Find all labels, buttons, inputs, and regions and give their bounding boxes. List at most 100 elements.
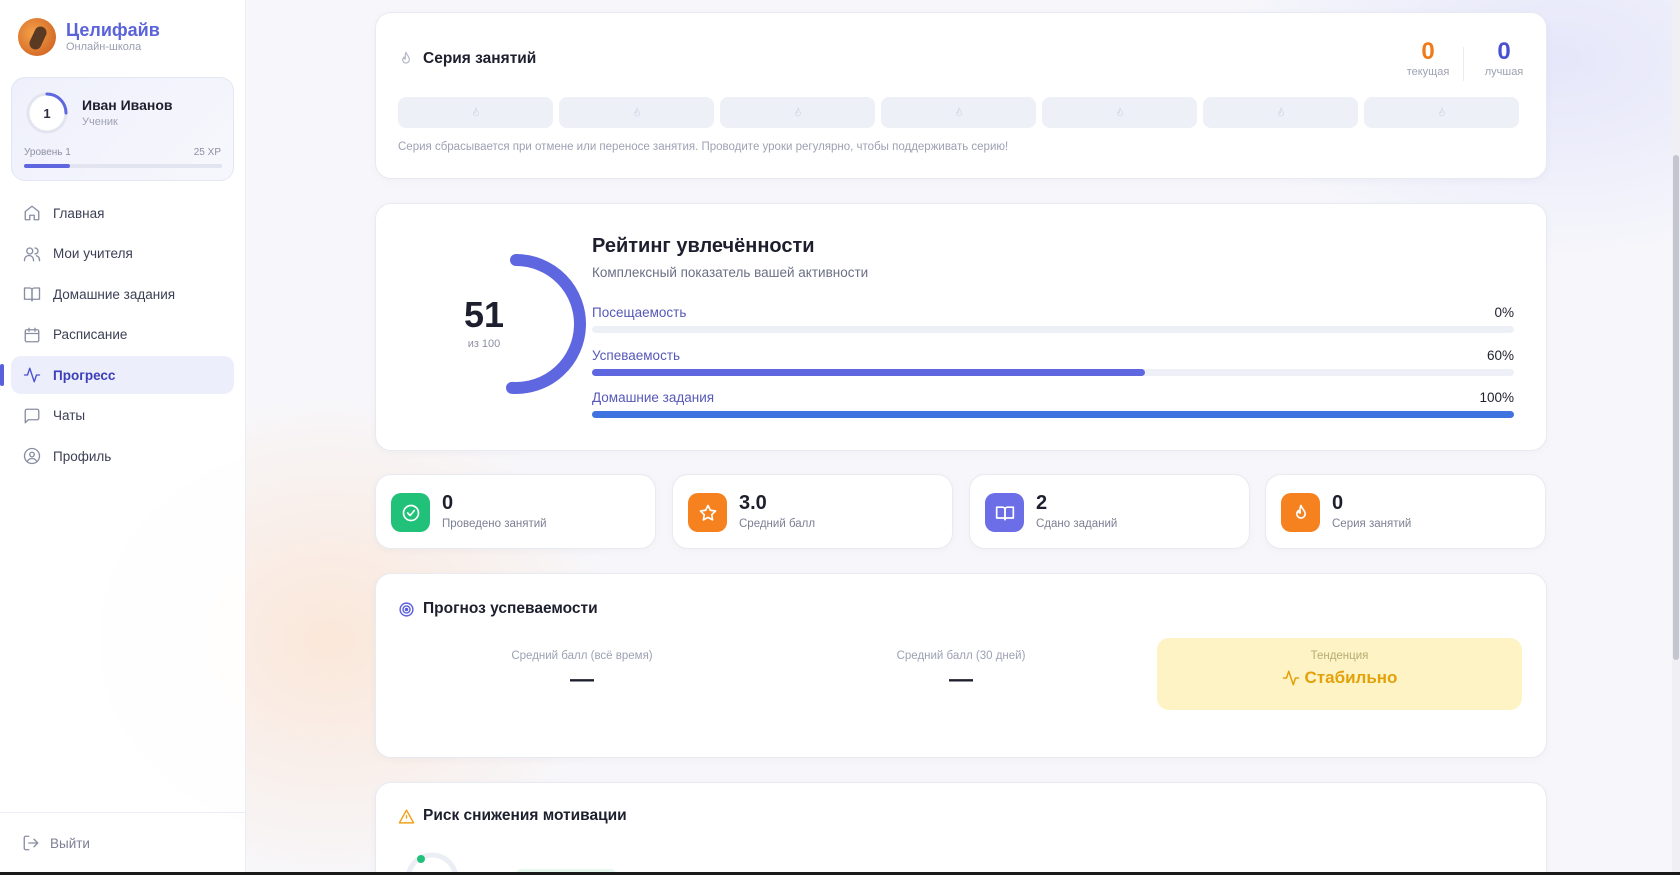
stat-label: Сдано заданий	[1036, 518, 1118, 530]
metric-attendance: Посещаемость 0%	[592, 305, 1514, 333]
brand-subtitle: Онлайн-школа	[66, 41, 142, 53]
sidebar-item-home[interactable]: Главная	[11, 194, 234, 232]
stat-card-streak: 0 Серия занятий	[1265, 474, 1546, 549]
user-role: Ученик	[82, 116, 118, 128]
streak-best-value: 0	[1497, 38, 1511, 65]
flame-icon	[1438, 106, 1445, 116]
sidebar-item-profile[interactable]: Профиль	[11, 437, 234, 475]
level-label: Уровень 1	[24, 147, 71, 158]
metric-performance: Успеваемость 60%	[592, 348, 1514, 376]
sidebar-item-teachers[interactable]: Мои учителя	[11, 235, 234, 273]
sidebar-nav: Главная Мои учителя Домашние задания Рас…	[0, 194, 234, 478]
xp-progress-fill	[24, 164, 70, 168]
streak-day	[1203, 97, 1358, 128]
stat-card-avg-grade: 3.0 Средний балл	[672, 474, 953, 549]
stat-value: 3.0	[739, 492, 767, 514]
stat-card-homework: 2 Сдано заданий	[969, 474, 1250, 549]
sidebar-item-homework[interactable]: Домашние задания	[11, 275, 234, 313]
sidebar-divider	[0, 812, 246, 813]
star-icon	[699, 504, 716, 521]
streak-separator	[1463, 47, 1464, 81]
streak-best: 0 лучшая	[1476, 38, 1532, 78]
user-card[interactable]: 1 Иван Иванов Ученик Уровень 1 25 XP	[11, 77, 234, 181]
chat-icon	[24, 408, 40, 423]
sidebar-item-label: Расписание	[53, 327, 128, 342]
streak-current-value: 0	[1421, 38, 1435, 65]
metric-bar	[592, 369, 1514, 376]
streak-day	[881, 97, 1036, 128]
metric-percent: 60%	[1486, 348, 1514, 363]
flame-icon	[1295, 504, 1306, 519]
forecast-avg-30-value: —	[949, 666, 973, 693]
streak-current-label: текущая	[1406, 66, 1450, 78]
sidebar-item-label: Мои учителя	[53, 246, 133, 261]
flame-icon	[1277, 106, 1284, 116]
engagement-title: Рейтинг увлечённости	[592, 235, 815, 257]
warning-icon	[398, 808, 415, 824]
stat-icon-box	[985, 493, 1024, 532]
risk-title: Риск снижения мотивации	[423, 807, 627, 824]
sidebar: Целифайв Онлайн-школа 1 Иван Иванов Учен…	[0, 0, 246, 872]
forecast-avg-30-label: Средний балл (30 дней)	[896, 650, 1026, 662]
stat-card-lessons: 0 Проведено занятий	[375, 474, 656, 549]
logout-button[interactable]: Выйти	[22, 834, 90, 852]
sidebar-item-schedule[interactable]: Расписание	[11, 316, 234, 354]
forecast-avg-all: Средний балл (всё время) —	[432, 650, 732, 694]
sidebar-item-label: Чаты	[53, 408, 86, 423]
flame-icon	[402, 51, 410, 64]
book-open-icon	[995, 505, 1014, 520]
stat-value: 0	[1332, 492, 1344, 514]
sidebar-item-label: Домашние задания	[53, 286, 176, 302]
users-icon	[23, 246, 41, 261]
metric-homework: Домашние задания 100%	[592, 390, 1514, 418]
user-circle-icon	[23, 447, 41, 465]
forecast-avg-all-label: Средний балл (всё время)	[511, 650, 653, 662]
flame-icon	[472, 106, 479, 116]
logout-label: Выйти	[50, 835, 90, 851]
engagement-subtitle: Комплексный показатель вашей активности	[592, 265, 869, 280]
level-number: 1	[43, 105, 51, 121]
trend-value: Стабильно	[1304, 668, 1398, 687]
check-circle-icon	[402, 504, 419, 521]
brand-name: Целифайв	[66, 20, 160, 40]
forecast-title: Прогноз успеваемости	[423, 600, 598, 617]
metric-bar	[592, 411, 1514, 418]
stat-label: Средний балл	[739, 518, 816, 530]
streak-day	[559, 97, 714, 128]
scrollbar-thumb[interactable]	[1673, 155, 1679, 660]
sidebar-item-label: Главная	[53, 205, 105, 221]
metric-label: Успеваемость	[592, 348, 681, 363]
risk-card: Риск снижения мотивации	[375, 782, 1547, 875]
metric-percent: 100%	[1479, 390, 1514, 405]
forecast-avg-30: Средний балл (30 дней) —	[811, 650, 1111, 694]
flame-icon	[955, 106, 962, 116]
trend-box: Тенденция Стабильно	[1157, 638, 1522, 710]
streak-day	[398, 97, 553, 128]
metric-label: Домашние задания	[592, 390, 715, 405]
stat-icon-box	[391, 493, 430, 532]
activity-icon	[1282, 670, 1299, 686]
sidebar-item-progress[interactable]: Прогресс	[0, 356, 234, 394]
logout-icon	[23, 835, 39, 851]
streak-day	[1042, 97, 1197, 128]
sidebar-item-label: Профиль	[53, 448, 112, 464]
activity-icon	[23, 367, 41, 383]
streak-note: Серия сбрасывается при отмене или перено…	[398, 141, 1009, 153]
target-icon	[399, 601, 414, 617]
xp-progress-bar	[24, 164, 222, 168]
stat-value: 2	[1036, 492, 1048, 514]
streak-best-label: лучшая	[1484, 66, 1524, 78]
xp-label: 25 XP	[193, 147, 221, 158]
metric-percent: 0%	[1494, 305, 1514, 320]
flame-icon	[1116, 106, 1123, 116]
metric-bar-fill	[592, 411, 1514, 418]
stat-icon-box	[1281, 493, 1320, 532]
brand[interactable]: Целифайв Онлайн-школа	[18, 18, 160, 56]
stat-label: Серия занятий	[1332, 518, 1412, 530]
metric-bar-fill	[592, 369, 1146, 376]
sidebar-item-chats[interactable]: Чаты	[11, 397, 234, 435]
metric-label: Посещаемость	[592, 305, 687, 320]
stat-value: 0	[442, 492, 454, 514]
metric-bar	[592, 326, 1514, 333]
calendar-icon	[24, 327, 40, 342]
